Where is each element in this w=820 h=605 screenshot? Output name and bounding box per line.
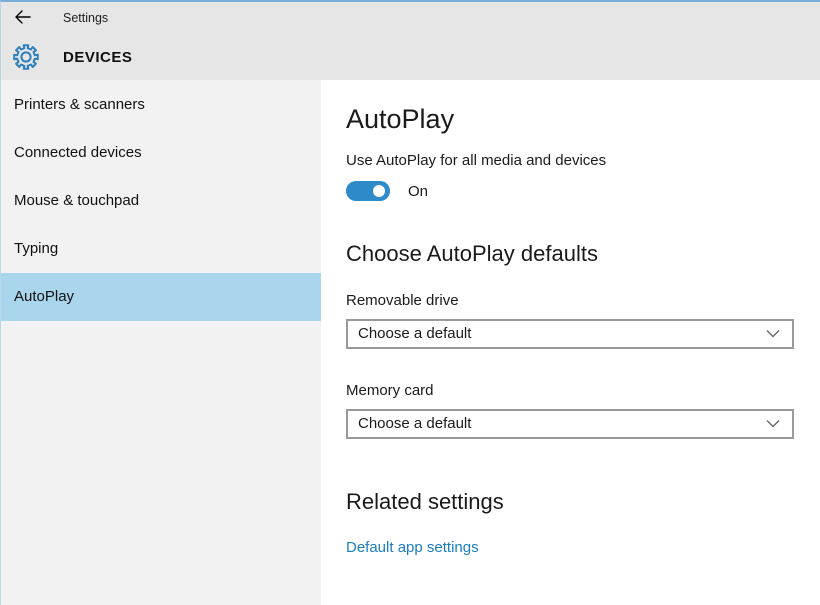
sidebar: Printers & scanners Connected devices Mo… (1, 80, 321, 605)
memory-card-select[interactable]: Choose a default (346, 408, 794, 439)
sidebar-item-mouse-touchpad[interactable]: Mouse & touchpad (1, 177, 321, 225)
category-row: DEVICES (1, 34, 820, 80)
autoplay-toggle-row: On (346, 181, 794, 202)
page-title: AutoPlay (346, 104, 455, 134)
autoplay-toggle-switch[interactable] (346, 181, 390, 202)
chevron-down-icon (766, 415, 780, 432)
settings-window: Settings DEVICES Printers & scanners Con… (0, 0, 820, 605)
memory-card-select-value: Choose a default (358, 415, 472, 433)
content-area: Printers & scanners Connected devices Mo… (1, 80, 820, 605)
back-button[interactable] (1, 2, 45, 34)
gear-icon (1, 43, 51, 71)
memory-card-label: Memory card (346, 381, 434, 399)
chevron-down-icon (766, 325, 780, 342)
sidebar-item-autoplay[interactable]: AutoPlay (1, 273, 321, 321)
back-arrow-icon (14, 9, 32, 28)
removable-drive-label: Removable drive (346, 291, 459, 309)
removable-drive-select[interactable]: Choose a default (346, 318, 794, 349)
top-bar: Settings DEVICES (1, 2, 820, 80)
app-title: Settings (63, 11, 109, 25)
default-app-settings-link[interactable]: Default app settings (346, 539, 479, 556)
category-title: DEVICES (63, 48, 133, 66)
autoplay-toggle-label: Use AutoPlay for all media and devices (346, 152, 607, 170)
sidebar-item-connected-devices[interactable]: Connected devices (1, 129, 321, 177)
removable-drive-select-value: Choose a default (358, 325, 472, 343)
main-panel: AutoPlay Use AutoPlay for all media and … (321, 80, 820, 605)
title-row: Settings (1, 2, 820, 34)
related-section-heading: Related settings (346, 488, 504, 514)
toggle-knob (373, 185, 385, 198)
sidebar-item-printers-scanners[interactable]: Printers & scanners (1, 81, 321, 129)
defaults-section-heading: Choose AutoPlay defaults (346, 241, 598, 267)
sidebar-item-typing[interactable]: Typing (1, 225, 321, 273)
autoplay-toggle-state: On (408, 182, 429, 200)
